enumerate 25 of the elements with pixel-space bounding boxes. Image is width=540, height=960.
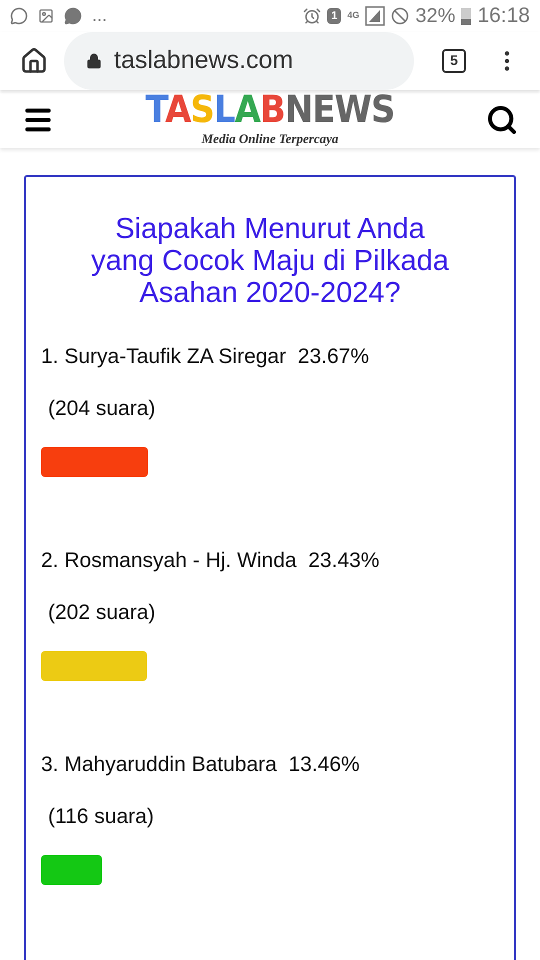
option-label: 3. Mahyaruddin Batubara 13.46% [41,752,361,778]
notification-overflow: ... [92,4,108,28]
gallery-icon [38,8,54,24]
tab-count-button[interactable]: 5 [442,48,466,72]
option-label: 1. Surya-Taufik ZA Siregar 23.67% [41,344,370,370]
site-tagline: Media Online Terpercaya [202,130,338,148]
network-type: 4G [347,9,360,22]
url-text: taslabnews.com [114,44,294,76]
do-not-disturb-icon [391,6,410,25]
sim-indicator: 1 [327,8,342,24]
battery-icon [461,6,472,25]
clock: 16:18 [477,3,530,29]
address-bar[interactable]: taslabnews.com [64,32,414,90]
vote-count: (204 suara) [48,396,156,422]
site-logo[interactable]: TASLABNEWS [146,90,394,128]
home-button[interactable] [20,46,48,74]
vote-count: (116 suara) [48,804,155,830]
vote-count: (202 suara) [48,600,156,626]
alarm-icon [303,6,322,25]
lock-icon [86,52,102,68]
battery-percentage: 32% [415,4,456,29]
poll-title: Siapakah Menurut Anda yang Cocok Maju di Pilkada Asahan 2020-2024? [90,213,450,309]
search-icon[interactable] [486,104,518,136]
option-label: 2. Rosmansyah - Hj. Winda 23.43% [41,548,380,574]
signal-icon [365,6,386,26]
